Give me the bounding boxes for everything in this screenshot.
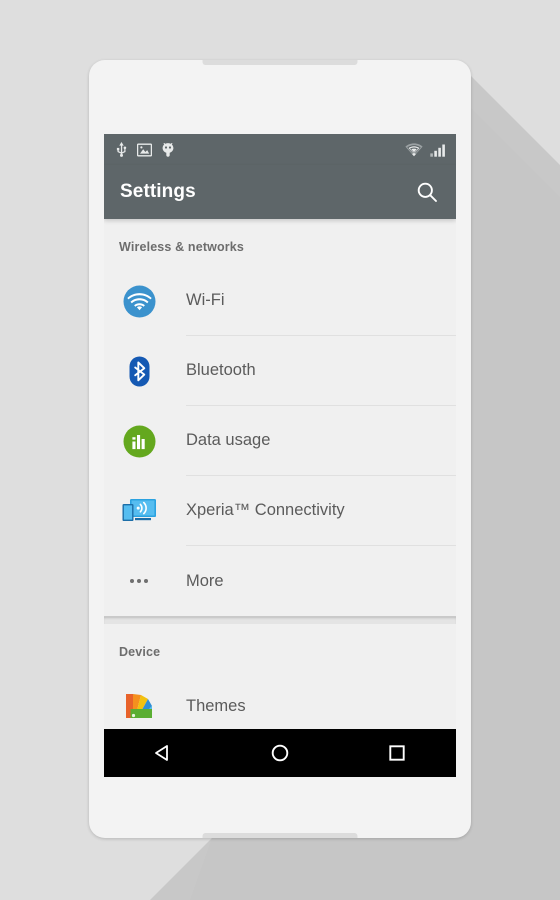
search-button[interactable] (414, 179, 440, 205)
group-header-device: Device (119, 645, 161, 659)
more-dots-icon (130, 579, 148, 583)
row-body: Data usage (186, 406, 456, 476)
settings-row-label: Wi-Fi (186, 291, 225, 309)
settings-row-more[interactable]: More (104, 546, 456, 616)
xperia-connectivity-icon (122, 499, 156, 521)
recents-square-icon (389, 745, 405, 761)
settings-row-label: Bluetooth (186, 361, 256, 379)
row-body: Xperia™ Connectivity (186, 476, 456, 546)
status-bar-left-icons (115, 142, 175, 157)
data-usage-icon-wrap (119, 424, 159, 459)
back-triangle-icon (154, 745, 168, 761)
data-usage-icon (123, 425, 155, 457)
settings-row-label: More (186, 571, 224, 590)
group-separator (104, 616, 456, 624)
settings-row-bluetooth[interactable]: Bluetooth (104, 336, 456, 406)
settings-row-xperia-connectivity[interactable]: Xperia™ Connectivity (104, 476, 456, 546)
earpiece-speaker-grille (202, 60, 358, 65)
settings-list[interactable]: Wireless & networks Wi-Fi Bluetooth Data… (104, 219, 456, 761)
usb-icon (116, 142, 127, 157)
group-header-wireless: Wireless & networks (119, 240, 245, 254)
more-dots-icon-wrap (119, 579, 159, 583)
xperia-connectivity-icon-wrap (119, 495, 159, 527)
row-body: Wi-Fi (186, 266, 456, 336)
settings-row-data-usage[interactable]: Data usage (104, 406, 456, 476)
status-bar (104, 134, 456, 165)
search-icon (417, 182, 437, 202)
row-body: More (186, 546, 456, 616)
settings-row-label: Themes (186, 696, 246, 715)
back-button[interactable] (135, 729, 191, 777)
bottom-speaker-grille (202, 833, 358, 838)
wifi-icon (123, 285, 155, 317)
settings-row-label: Xperia™ Connectivity (186, 501, 345, 519)
cellular-signal-icon (430, 144, 445, 157)
themes-icon-wrap (119, 689, 159, 723)
recents-button[interactable] (369, 729, 425, 777)
home-button[interactable] (252, 729, 308, 777)
app-bar: Settings (104, 165, 456, 219)
page-title: Settings (120, 181, 196, 202)
phone-device-frame: Settings Wireless & networks Wi-Fi Bluet… (89, 60, 471, 838)
wifi-signal-icon (405, 142, 423, 156)
navigation-bar (104, 729, 456, 777)
themes-icon (126, 694, 152, 718)
home-circle-icon (271, 744, 289, 762)
bluetooth-icon (129, 356, 149, 386)
phone-screen: Settings Wireless & networks Wi-Fi Bluet… (104, 134, 456, 761)
bluetooth-icon-wrap (119, 354, 159, 389)
screenshot-icon (137, 143, 152, 156)
row-body: Bluetooth (186, 336, 456, 406)
usb-debugging-icon (162, 143, 174, 157)
wifi-icon-wrap (119, 284, 159, 319)
settings-row-label: Data usage (186, 431, 271, 449)
status-bar-right-icons (405, 142, 445, 157)
settings-row-wifi[interactable]: Wi-Fi (104, 266, 456, 336)
settings-group-wireless: Wireless & networks Wi-Fi Bluetooth Data… (104, 219, 456, 616)
settings-group-device: Device Themes (104, 624, 456, 741)
